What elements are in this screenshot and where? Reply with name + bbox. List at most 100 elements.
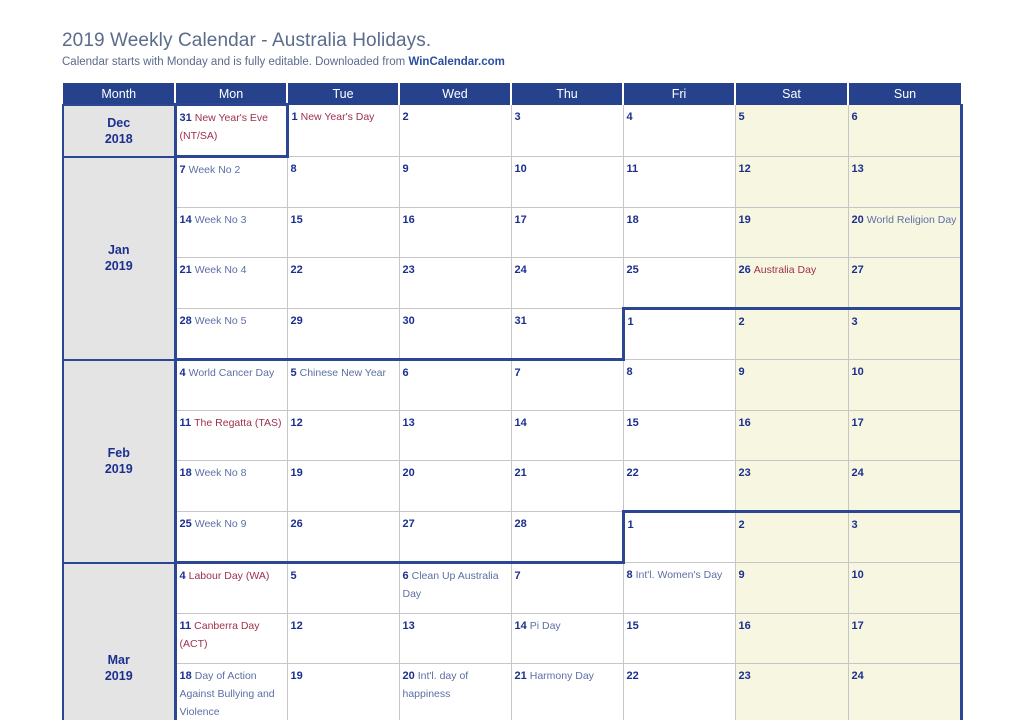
day-number: 20: [402, 670, 415, 682]
day-cell[interactable]: 18 Day of Action Against Bullying and Vio…: [173, 663, 288, 720]
holiday-label: Labour Day (WA): [188, 570, 270, 582]
day-number: 23: [402, 264, 415, 276]
day-cell[interactable]: 6: [398, 359, 512, 411]
day-cell[interactable]: 19: [286, 460, 400, 512]
day-cell[interactable]: 4 Labour Day (WA): [173, 562, 288, 614]
day-cell[interactable]: 15: [622, 613, 736, 664]
day-cell[interactable]: 19: [286, 663, 400, 720]
day-cell[interactable]: 27: [398, 511, 512, 564]
day-cell[interactable]: 24: [847, 460, 963, 512]
day-number: 31: [179, 112, 192, 124]
day-cell[interactable]: 7: [510, 562, 624, 614]
day-cell[interactable]: 13: [398, 410, 512, 461]
day-cell[interactable]: 2: [734, 307, 849, 360]
day-cell[interactable]: 9: [734, 562, 849, 614]
day-cell[interactable]: 8: [286, 156, 400, 208]
day-cell[interactable]: 24: [510, 257, 624, 309]
day-cell[interactable]: 16: [734, 613, 849, 664]
day-cell[interactable]: 12: [286, 410, 400, 461]
day-cell[interactable]: 5 Chinese New Year: [286, 359, 400, 411]
day-cell[interactable]: 3: [847, 510, 963, 563]
column-header-sun: Sun: [848, 83, 961, 105]
day-cell[interactable]: 22: [286, 257, 400, 309]
day-cell[interactable]: 7: [510, 359, 624, 411]
calendar-week-row: Jan 2019 7 Week No 2 8 9 10 11 12 13: [62, 155, 963, 361]
day-number: 19: [738, 214, 751, 226]
day-cell[interactable]: 8 Int'l. Women's Day: [622, 562, 736, 614]
day-cell[interactable]: 15: [286, 207, 400, 258]
day-cell[interactable]: 31: [510, 308, 624, 361]
day-number: 22: [626, 670, 639, 682]
day-cell[interactable]: 17: [847, 613, 963, 664]
day-cell[interactable]: 23: [734, 460, 849, 512]
day-cell[interactable]: 20 World Religion Day: [847, 207, 963, 258]
day-cell[interactable]: 9: [734, 359, 849, 411]
day-cell[interactable]: 1: [621, 510, 736, 563]
wincalendar-link[interactable]: WinCalendar.com: [408, 56, 504, 68]
day-cell[interactable]: 22: [622, 460, 736, 512]
day-cell[interactable]: 5: [286, 562, 400, 614]
day-cell[interactable]: 10: [847, 562, 963, 614]
day-cell[interactable]: 4 World Cancer Day: [173, 359, 288, 411]
day-cell[interactable]: 18 Week No 8: [173, 460, 288, 512]
day-cell[interactable]: 1 New Year's Day: [286, 104, 400, 157]
day-cell[interactable]: 21 Harmony Day: [510, 663, 624, 720]
day-cell[interactable]: 25 Week No 9: [173, 511, 288, 564]
day-cell[interactable]: 8: [622, 359, 736, 411]
day-cell[interactable]: 6 Clean Up Australia Day: [398, 562, 512, 614]
observance-label: Pi Day: [529, 620, 561, 632]
day-cell[interactable]: 4: [622, 104, 736, 157]
observance-label: Clean Up Australia Day: [402, 570, 499, 600]
day-number: 15: [626, 620, 639, 632]
day-cell[interactable]: 17: [510, 207, 624, 258]
day-cell[interactable]: 14 Week No 3: [173, 207, 288, 258]
day-cell[interactable]: 21: [510, 460, 624, 512]
day-cell[interactable]: 5: [734, 104, 849, 157]
day-cell[interactable]: 9: [398, 156, 512, 208]
day-cell[interactable]: 13: [847, 156, 963, 208]
day-cell[interactable]: 15: [622, 410, 736, 461]
day-cell[interactable]: 26: [286, 511, 400, 564]
day-cell[interactable]: 21 Week No 4: [173, 257, 288, 309]
day-cell[interactable]: 17: [847, 410, 963, 461]
day-cell[interactable]: 29: [286, 308, 400, 361]
day-cell[interactable]: 2: [734, 510, 849, 563]
day-cell[interactable]: 14: [510, 410, 624, 461]
day-cell[interactable]: 13: [398, 613, 512, 664]
day-cell[interactable]: 3: [847, 307, 963, 360]
day-cell[interactable]: 3: [510, 104, 624, 157]
day-cell[interactable]: 20 Int'l. day of happiness: [398, 663, 512, 720]
day-cell[interactable]: 24: [847, 663, 963, 720]
day-cell[interactable]: 16: [398, 207, 512, 258]
day-cell[interactable]: 28 Week No 5: [173, 308, 288, 361]
day-cell[interactable]: 7 Week No 2: [173, 156, 288, 208]
day-cell[interactable]: 11 Canberra Day (ACT): [173, 613, 288, 664]
day-cell[interactable]: 11 The Regatta (TAS): [173, 410, 288, 461]
month-name: Feb: [107, 446, 130, 460]
day-cell[interactable]: 26 Australia Day: [734, 257, 849, 309]
day-cell[interactable]: 6: [847, 104, 963, 157]
day-cell[interactable]: 2: [398, 104, 512, 157]
day-cell[interactable]: 25: [622, 257, 736, 309]
day-cell[interactable]: 27: [847, 257, 963, 309]
day-cell[interactable]: 14 Pi Day: [510, 613, 624, 664]
day-cell[interactable]: 28: [510, 511, 624, 564]
month-name: Jan: [107, 243, 130, 257]
day-cell[interactable]: 12: [734, 156, 849, 208]
day-cell[interactable]: 31 New Year's Eve (NT/SA): [173, 103, 289, 158]
day-cell[interactable]: 10: [510, 156, 624, 208]
day-cell[interactable]: 19: [734, 207, 849, 258]
day-cell[interactable]: 11: [622, 156, 736, 208]
day-cell[interactable]: 23: [398, 257, 512, 309]
day-cell[interactable]: 10: [847, 359, 963, 411]
day-cell[interactable]: 30: [398, 308, 512, 361]
day-cell[interactable]: 22: [622, 663, 736, 720]
day-cell[interactable]: 16: [734, 410, 849, 461]
day-number: 14: [514, 620, 527, 632]
day-cell[interactable]: 1: [621, 307, 736, 360]
day-cell[interactable]: 18: [622, 207, 736, 258]
day-cell[interactable]: 23: [734, 663, 849, 720]
day-cell[interactable]: 12: [286, 613, 400, 664]
day-cell[interactable]: 20: [398, 460, 512, 512]
day-number: 20: [402, 467, 415, 479]
